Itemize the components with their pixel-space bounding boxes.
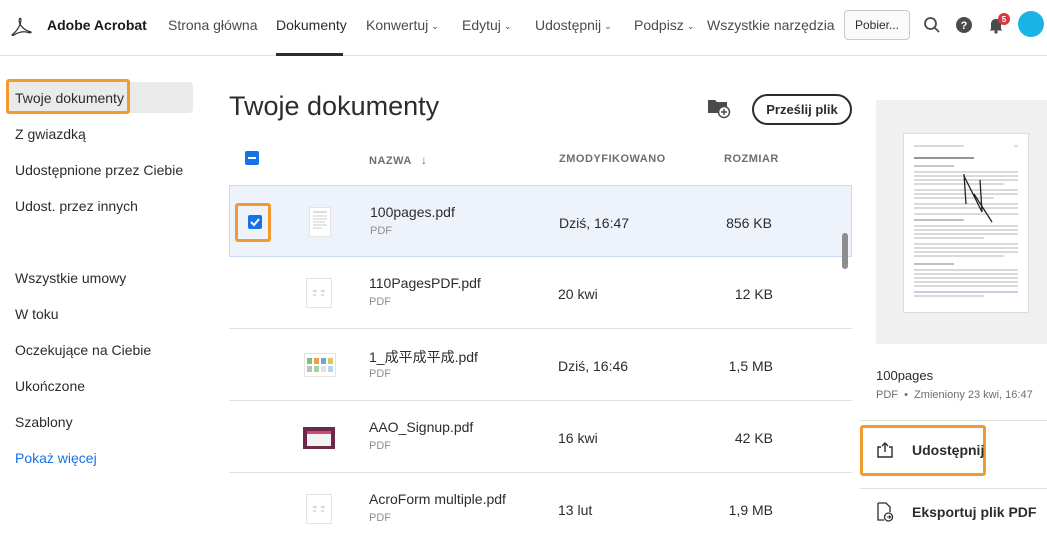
file-name[interactable]: 110PagesPDF.pdf [369,275,481,291]
sidebar-item-starred[interactable]: Z gwiazdką [15,126,86,142]
nav-share[interactable]: Udostępnij ⌄ [535,17,612,33]
sort-arrow-down-icon: ↓ [420,153,428,167]
file-size: 1,5 MB [728,358,773,374]
sidebar-item-all-agreements[interactable]: Wszystkie umowy [15,270,126,286]
sidebar-item-completed[interactable]: Ukończone [15,378,85,394]
svg-text:?: ? [961,20,968,32]
table-row[interactable]: AcroForm multiple.pdf PDF 13 lut 1,9 MB [229,473,852,544]
column-header-name[interactable]: NAZWA ↓ [369,153,427,167]
nav-edit[interactable]: Edytuj ⌄ [462,17,511,33]
file-type: PDF [369,296,391,308]
sidebar-item-your-documents[interactable]: Twoje dokumenty [15,90,124,106]
column-name-label: NAZWA [369,155,412,167]
show-more-link[interactable]: Pokaż więcej [15,450,97,466]
nav-share-label: Udostępnij [535,17,602,33]
export-pdf-icon [877,502,894,522]
file-thumbnail [303,427,335,449]
table-row[interactable]: 100pages.pdf PDF Dziś, 16:47 856 KB [229,185,852,257]
column-header-modified[interactable]: ZMODYFIKOWANO [559,153,666,165]
table-row[interactable]: AAO_Signup.pdf PDF 16 kwi 42 KB [229,401,852,473]
download-button[interactable]: Pobier... [844,10,910,40]
nav-all-tools-label: Wszystkie narzędzia [707,17,835,33]
file-table: 100pages.pdf PDF Dziś, 16:47 856 KB 110P… [229,185,852,544]
column-header-size[interactable]: ROZMIAR [724,153,779,165]
share-icon [877,442,893,458]
preview-file-modified: Zmieniony 23 kwi, 16:47 [914,389,1033,401]
file-size: 12 KB [734,286,773,302]
file-thumbnail [306,278,332,308]
export-pdf-button[interactable]: Eksportuj plik PDF [876,502,1036,522]
help-icon[interactable]: ? [953,14,975,36]
divider [860,420,1047,421]
nav-all-tools[interactable]: Wszystkie narzędzia [707,17,835,33]
nav-sign[interactable]: Podpisz ⌄ [634,17,694,33]
document-preview[interactable] [903,133,1029,313]
upload-file-button[interactable]: Prześlij plik [752,94,852,125]
sidebar-item-waiting-for-you[interactable]: Oczekujące na Ciebie [15,342,151,358]
file-type: PDF [369,368,391,380]
highlight-frame [235,203,271,242]
search-icon[interactable] [921,14,943,36]
avatar[interactable] [1018,11,1044,37]
top-bar: Adobe Acrobat Strona główna Dokumenty Ko… [0,0,1047,56]
preview-file-title: 100pages [876,368,934,383]
nav-documents[interactable]: Dokumenty [276,17,347,33]
export-label: Eksportuj plik PDF [912,504,1037,520]
file-size: 42 KB [734,430,773,446]
file-modified: 13 lut [558,502,593,518]
file-size: 1,9 MB [728,502,773,518]
nav-edit-label: Edytuj [462,17,501,33]
brand-name[interactable]: Adobe Acrobat [47,17,147,33]
chevron-down-icon: ⌄ [604,20,612,31]
select-all-checkbox[interactable] [245,151,259,165]
page-title: Twoje dokumenty [229,91,440,121]
chevron-down-icon: ⌄ [503,20,512,31]
preview-file-meta: PDF • Zmieniony 23 kwi, 16:47 [876,389,1033,401]
document-preview-image [914,145,1018,297]
file-type: PDF [369,440,391,452]
file-modified: Dziś, 16:46 [558,358,629,374]
nav-convert-label: Konwertuj [366,17,429,33]
table-row[interactable]: 1_成平成平成.pdf PDF Dziś, 16:46 1,5 MB [229,329,852,401]
notifications-badge: 5 [998,13,1010,25]
share-label: Udostępnij [912,442,985,458]
nav-home-label: Strona główna [168,17,258,33]
nav-active-underline [276,53,343,56]
file-modified: 16 kwi [558,430,598,446]
nav-convert[interactable]: Konwertuj ⌄ [366,17,439,33]
file-modified: Dziś, 16:47 [559,215,630,231]
share-button[interactable]: Udostępnij [876,441,984,459]
divider [860,488,1047,489]
file-type: PDF [370,225,392,237]
nav-sign-label: Podpisz [634,17,684,33]
file-modified: 20 kwi [558,286,598,302]
table-row[interactable]: 110PagesPDF.pdf PDF 20 kwi 12 KB [229,257,852,329]
sidebar-item-shared-by-you[interactable]: Udostępnione przez Ciebie [15,162,183,178]
chevron-down-icon: ⌄ [431,20,439,31]
sidebar-item-in-progress[interactable]: W toku [15,306,59,322]
chevron-down-icon: ⌄ [686,20,695,31]
file-thumbnail [309,207,331,237]
file-name[interactable]: AcroForm multiple.pdf [369,491,506,507]
file-name[interactable]: 100pages.pdf [370,204,455,220]
file-thumbnail [304,353,336,377]
file-name[interactable]: 1_成平成平成.pdf [369,347,478,367]
nav-home[interactable]: Strona główna [168,17,258,33]
file-thumbnail [306,494,332,524]
acrobat-logo-icon[interactable] [10,16,32,38]
file-size: 856 KB [726,215,772,231]
preview-file-type: PDF [876,389,898,401]
sidebar-item-templates[interactable]: Szablony [15,414,73,430]
new-folder-icon[interactable] [707,97,731,119]
nav-documents-label: Dokumenty [276,17,347,33]
file-type: PDF [369,512,391,524]
scrollbar-thumb[interactable] [842,233,848,269]
sidebar-item-shared-by-others[interactable]: Udost. przez innych [15,198,138,214]
file-name[interactable]: AAO_Signup.pdf [369,419,473,435]
